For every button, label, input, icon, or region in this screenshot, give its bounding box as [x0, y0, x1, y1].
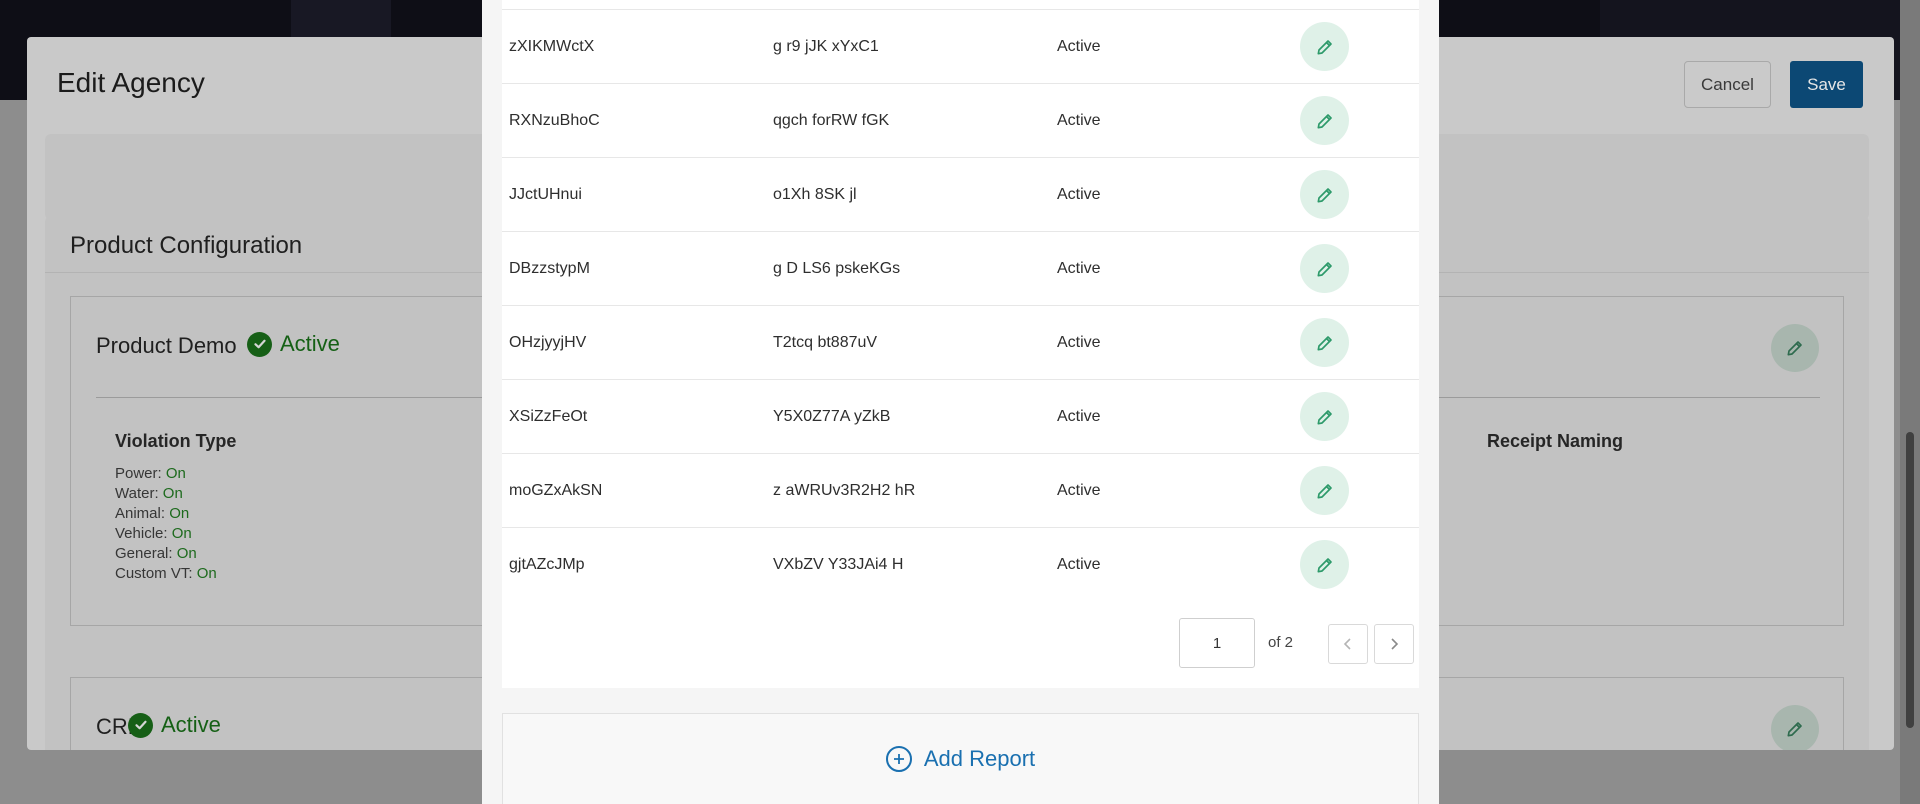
previous-page-button[interactable] [1328, 624, 1368, 664]
list-item: Water: On [115, 485, 183, 502]
edit-report-button[interactable] [1300, 540, 1349, 589]
violation-type-title: Violation Type [115, 431, 237, 451]
table-row: zXIKMWctX g r9 jJK xYxC1 Active [502, 10, 1419, 84]
edit-report-button[interactable] [1300, 22, 1349, 71]
list-item: Custom VT: On [115, 565, 217, 582]
check-circle-icon [128, 712, 153, 738]
report-name: DBzzstypM [509, 259, 590, 277]
next-page-button[interactable] [1374, 624, 1414, 664]
report-name: moGZxAkSN [509, 481, 603, 499]
report-code: Y5X0Z77A yZkB [773, 407, 891, 425]
report-code: qgch forRW fGK [773, 111, 890, 129]
list-item: General: On [115, 545, 197, 562]
report-status: Active [1057, 333, 1101, 351]
report-name: zXIKMWctX [509, 37, 595, 55]
report-code: VXbZV Y33JAi4 H [773, 555, 904, 573]
reports-modal: zXIKMWctX g r9 jJK xYxC1 Active RXNzuBho… [482, 0, 1439, 804]
reports-table: zXIKMWctX g r9 jJK xYxC1 Active RXNzuBho… [502, 0, 1419, 688]
plus-circle-icon [885, 746, 912, 772]
list-item: Animal: On [115, 505, 190, 522]
pencil-icon [1787, 341, 1802, 356]
report-status: Active [1057, 481, 1101, 499]
table-row: moGZxAkSN z aWRUv3R2H2 hR Active [502, 454, 1419, 528]
pencil-icon [1317, 557, 1332, 572]
report-code: z aWRUv3R2H2 hR [773, 481, 916, 499]
status-badge: Active [247, 331, 340, 357]
report-status: Active [1057, 555, 1101, 573]
chevron-left-icon [1343, 638, 1351, 650]
page-scrollbar[interactable] [1900, 0, 1920, 804]
status-text: Active [280, 331, 340, 356]
edit-report-button[interactable] [1300, 170, 1349, 219]
status-badge: Active [128, 712, 221, 738]
product-name: Product Demo [96, 333, 237, 358]
report-status: Active [1057, 407, 1101, 425]
report-name: OHzjyyjHV [509, 333, 587, 351]
report-code: g D LS6 pskeKGs [773, 259, 901, 277]
edit-report-button[interactable] [1300, 392, 1349, 441]
report-name: JJctUHnui [509, 185, 582, 203]
pencil-icon [1317, 113, 1332, 128]
pencil-icon [1317, 483, 1332, 498]
report-status: Active [1057, 37, 1101, 55]
edit-product-button[interactable] [1771, 324, 1819, 372]
add-report-button[interactable]: Add Report [502, 713, 1419, 804]
table-row: OHzjyyjHV T2tcq bt887uV Active [502, 306, 1419, 380]
edit-product-button[interactable] [1771, 705, 1819, 750]
report-name: gjtAZcJMp [509, 555, 585, 573]
chevron-right-icon [1391, 638, 1399, 650]
list-item: Power: On [115, 465, 186, 482]
pencil-icon [1317, 187, 1332, 202]
report-status: Active [1057, 185, 1101, 203]
scrollbar-thumb[interactable] [1906, 432, 1914, 728]
save-button[interactable]: Save [1790, 61, 1863, 108]
modal-title: Edit Agency [57, 67, 205, 98]
receipt-naming-title: Receipt Naming [1487, 431, 1624, 451]
table-row: XSiZzFeOt Y5X0Z77A yZkB Active [502, 380, 1419, 454]
cancel-button[interactable]: Cancel [1684, 61, 1771, 108]
edit-report-button[interactable] [1300, 244, 1349, 293]
report-code: o1Xh 8SK jl [773, 185, 857, 203]
table-row: JJctUHnui o1Xh 8SK jl Active [502, 158, 1419, 232]
pencil-icon [1317, 261, 1332, 276]
table-row: RXNzuBhoC qgch forRW fGK Active [502, 84, 1419, 158]
report-status: Active [1057, 111, 1101, 129]
pencil-icon [1787, 722, 1802, 737]
page-total-label: of 2 [1268, 634, 1294, 651]
pencil-icon [1317, 335, 1332, 350]
table-row [502, 0, 1419, 10]
violation-type-list: Power: On Water: On Animal: On Vehicle: … [115, 464, 217, 584]
pencil-icon [1317, 39, 1332, 55]
add-report-label: Add Report [923, 746, 1036, 771]
edit-report-button[interactable] [1300, 96, 1349, 145]
page-number-input[interactable] [1179, 618, 1255, 668]
status-text: Active [161, 712, 221, 737]
list-item: Vehicle: On [115, 525, 192, 542]
report-code: g r9 jJK xYxC1 [773, 37, 879, 55]
edit-report-button[interactable] [1300, 318, 1349, 367]
section-title: Product Configuration [70, 232, 303, 259]
table-row: gjtAZcJMp VXbZV Y33JAi4 H Active [502, 528, 1419, 602]
table-row: DBzzstypM g D LS6 pskeKGs Active [502, 232, 1419, 306]
check-circle-icon [247, 331, 272, 357]
edit-report-button[interactable] [1300, 466, 1349, 515]
report-code: T2tcq bt887uV [773, 333, 878, 351]
pencil-icon [1317, 409, 1332, 424]
report-name: RXNzuBhoC [509, 111, 600, 129]
report-name: XSiZzFeOt [509, 407, 588, 425]
report-status: Active [1057, 259, 1101, 277]
